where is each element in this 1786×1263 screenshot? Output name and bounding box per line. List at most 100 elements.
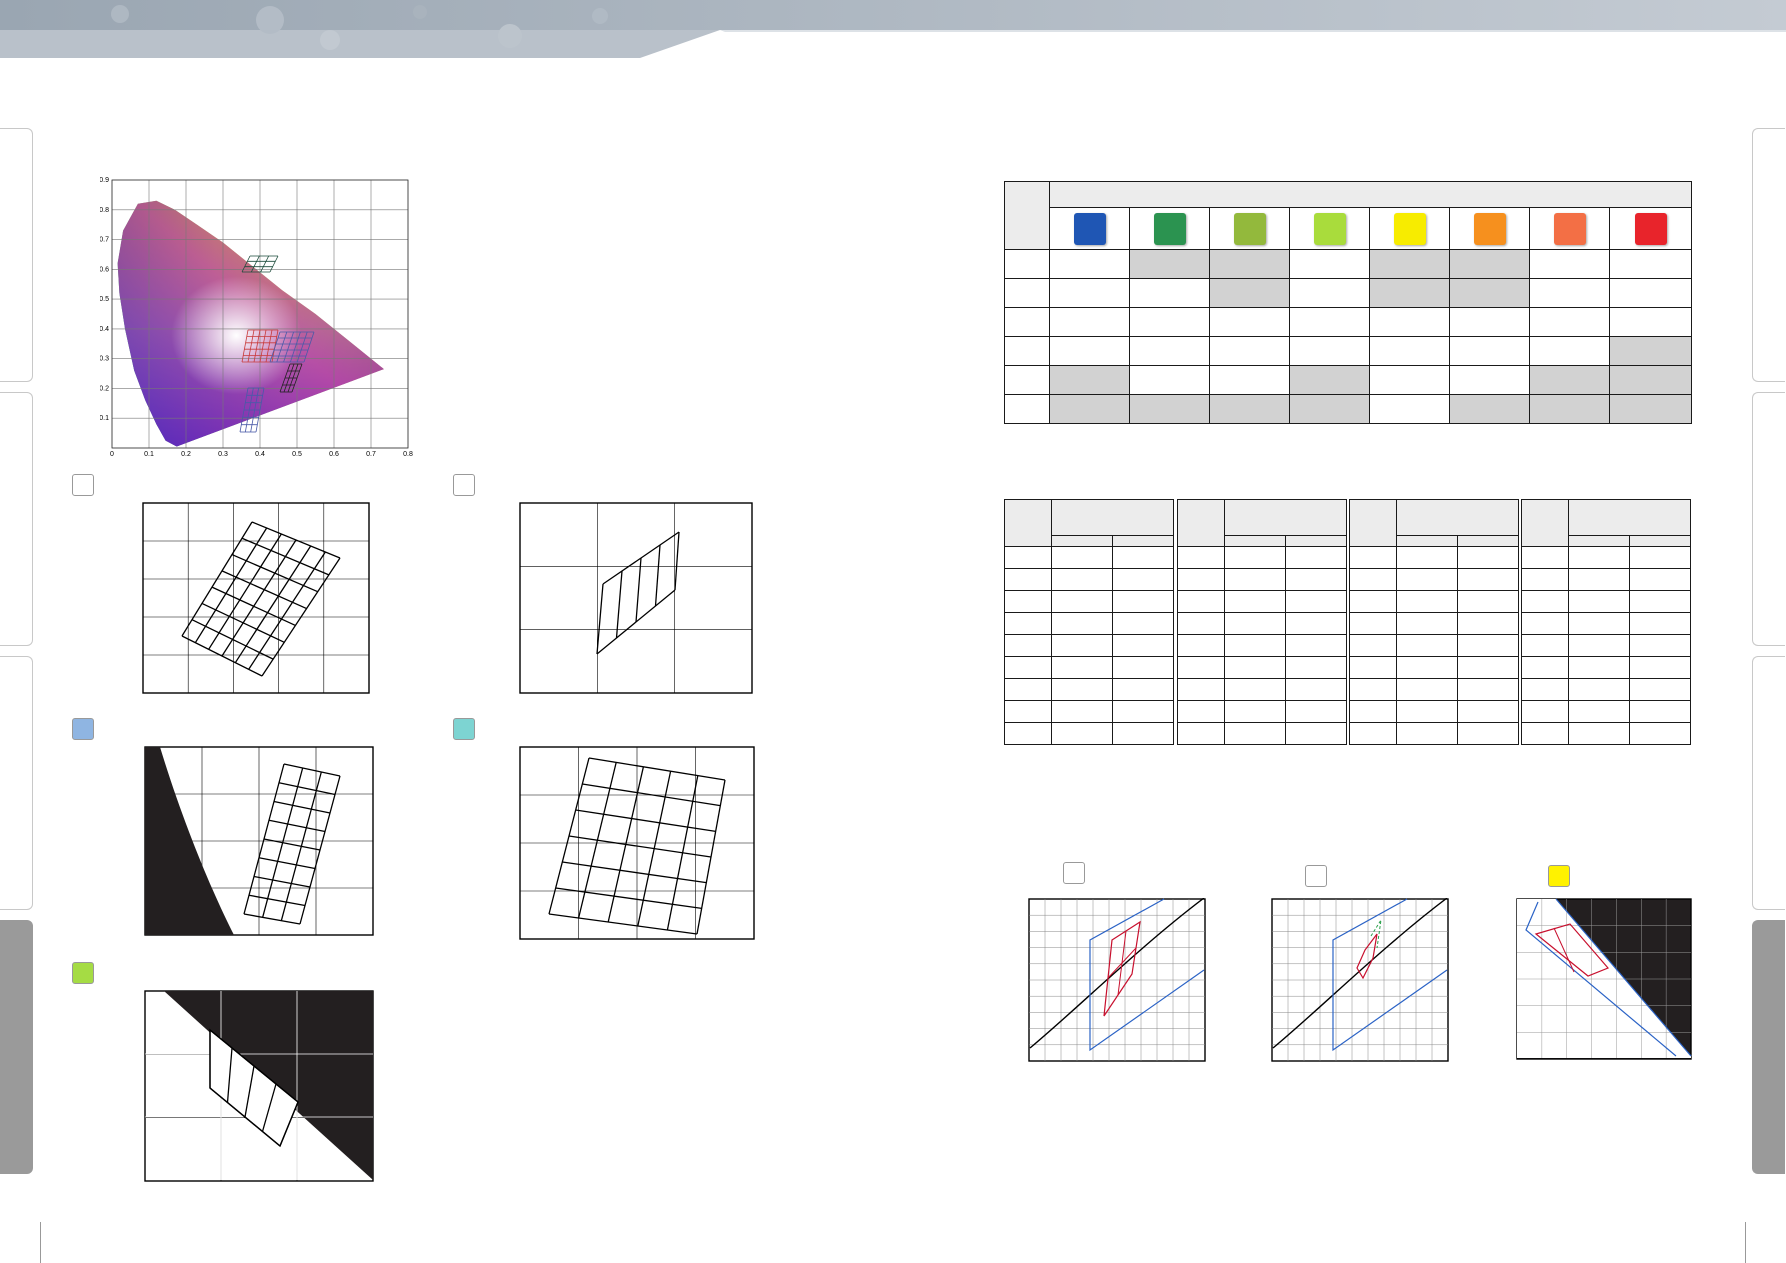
bin-cell [1285, 656, 1347, 679]
bin-cell [1224, 568, 1286, 591]
swatch-cell-red [1609, 207, 1692, 250]
table-cell [1369, 278, 1450, 308]
bin-cell [1285, 700, 1347, 723]
bin-cell [1349, 656, 1397, 679]
swatch-cell-olive [1209, 207, 1290, 250]
table-cell [1609, 307, 1692, 337]
bin-cell [1177, 700, 1225, 723]
side-tab-left-2[interactable] [0, 392, 33, 646]
side-tab-right-1[interactable] [1752, 128, 1785, 382]
side-tab-right-3[interactable] [1752, 656, 1785, 910]
bin-cell [1629, 546, 1691, 569]
mini-chart-3 [1516, 898, 1692, 1060]
cie-y-tick: 0.9 [100, 177, 109, 184]
legend-square-yellow [1548, 865, 1570, 887]
bin-cell [1004, 656, 1052, 679]
table-cell [1529, 307, 1610, 337]
bin-cell [1112, 590, 1174, 613]
bin-cell [1568, 678, 1630, 701]
cie-y-tick: 0.4 [100, 326, 109, 333]
bin-cell [1177, 546, 1225, 569]
bin-cell [1629, 590, 1691, 613]
bin-cell [1004, 634, 1052, 657]
bin-cell [1177, 656, 1225, 679]
bin-cell [1396, 722, 1458, 745]
table-row-header [1004, 249, 1050, 279]
table-cell [1129, 365, 1210, 395]
bin-cell [1285, 590, 1347, 613]
side-tab-left-active[interactable] [0, 920, 33, 1174]
bin-cell [1285, 634, 1347, 657]
cie-y-tick: 0.2 [100, 385, 109, 392]
table-cell [1369, 249, 1450, 279]
legend-square-blue [72, 718, 94, 740]
bin-cell [1224, 678, 1286, 701]
bin-cell [1349, 722, 1397, 745]
table-cell [1049, 365, 1130, 395]
bin-cell [1521, 678, 1569, 701]
bin-cell [1568, 546, 1630, 569]
bin-cell [1629, 722, 1691, 745]
bin-cell [1177, 722, 1225, 745]
cie-y-tick: 0.5 [100, 296, 109, 303]
table-cell [1609, 336, 1692, 366]
bin-cell [1396, 612, 1458, 635]
side-tab-left-3[interactable] [0, 656, 33, 910]
bin-cell [1177, 590, 1225, 613]
bin-cell [1396, 568, 1458, 591]
bin-table [1177, 499, 1347, 745]
bin-table [1004, 499, 1174, 745]
bin-cell [1224, 634, 1286, 657]
zoom-chart-parallelogram [519, 502, 753, 694]
mini-chart-1 [1028, 898, 1206, 1062]
legend-square-4 [1305, 865, 1327, 887]
bin-cell [1004, 722, 1052, 745]
swatch-cell-coral [1529, 207, 1610, 250]
bin-cell [1349, 590, 1397, 613]
bin-cell [1568, 590, 1630, 613]
side-tab-right-2[interactable] [1752, 392, 1785, 646]
legend-square-green [72, 962, 94, 984]
swatch-lime [1313, 212, 1346, 245]
cie-x-tick: 0.1 [144, 451, 154, 458]
bin-cell [1629, 678, 1691, 701]
bin-cell [1521, 546, 1569, 569]
bin-cell [1457, 656, 1519, 679]
table-cell [1049, 394, 1130, 424]
swatch-cell-green [1129, 207, 1210, 250]
bin-cell [1396, 546, 1458, 569]
bin-cell [1177, 568, 1225, 591]
bin-cell [1521, 612, 1569, 635]
bin-cell [1177, 634, 1225, 657]
side-tab-right-active[interactable] [1752, 920, 1785, 1174]
table-cell [1289, 365, 1370, 395]
bin-cell [1457, 546, 1519, 569]
table-cell [1209, 307, 1290, 337]
table-cell [1529, 278, 1610, 308]
table-cell [1209, 365, 1290, 395]
cie-x-tick: 0 [110, 451, 114, 458]
bin-cell [1112, 722, 1174, 745]
cie-x-tick: 0.8 [403, 451, 413, 458]
bin-cell [1285, 612, 1347, 635]
swatch-green [1153, 212, 1186, 245]
zoom-chart-blue-bins [144, 746, 374, 936]
table-cell [1129, 249, 1210, 279]
bin-cell [1177, 678, 1225, 701]
swatch-coral [1553, 212, 1586, 245]
cie-y-tick: 0.7 [100, 237, 109, 244]
table-cell [1049, 307, 1130, 337]
bin-table [1349, 499, 1519, 745]
cie-x-tick: 0.4 [255, 451, 265, 458]
bin-cell [1521, 700, 1569, 723]
table-cell [1049, 336, 1130, 366]
bin-cell [1396, 590, 1458, 613]
table-cell [1289, 336, 1370, 366]
bin-cell [1112, 634, 1174, 657]
bin-cell [1051, 612, 1113, 635]
bin-cell [1112, 546, 1174, 569]
side-tab-left-1[interactable] [0, 128, 33, 382]
table-cell [1449, 278, 1530, 308]
cie-y-tick: 0.3 [100, 356, 109, 363]
table-cell [1289, 307, 1370, 337]
